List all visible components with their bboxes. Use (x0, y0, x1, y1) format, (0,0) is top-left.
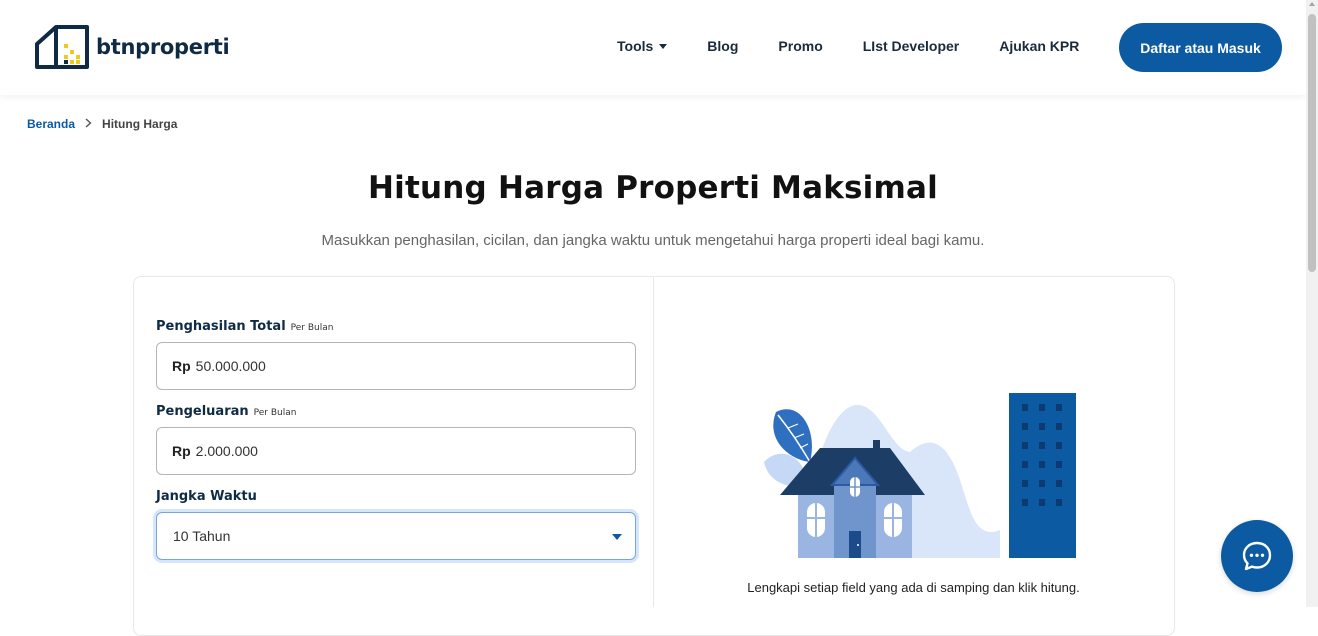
nav-promo[interactable]: Promo (778, 38, 822, 54)
page-scrollbar[interactable] (1306, 0, 1318, 607)
income-value[interactable]: 50.000.000 (196, 358, 266, 374)
income-prefix: Rp (172, 358, 191, 374)
expense-prefix: Rp (172, 443, 191, 459)
income-label: Penghasilan Total Per Bulan (156, 319, 333, 334)
term-label-text: Jangka Waktu (156, 489, 257, 504)
nav-list-developer[interactable]: LIst Developer (863, 38, 959, 54)
income-input[interactable]: Rp 50.000.000 (156, 342, 636, 390)
breadcrumb-home[interactable]: Beranda (27, 117, 75, 131)
expense-label-sub: Per Bulan (253, 408, 297, 418)
result-caption: Lengkapi setiap field yang ada di sampin… (747, 580, 1080, 595)
site-header: btnproperti Tools Blog Promo LIst Develo… (0, 0, 1306, 95)
income-label-sub: Per Bulan (290, 323, 334, 333)
breadcrumb-current: Hitung Harga (102, 117, 178, 131)
term-value: 10 Tahun (173, 528, 231, 544)
chat-bubble-icon (1242, 541, 1272, 571)
nav-blog[interactable]: Blog (707, 38, 738, 54)
chevron-right-icon (85, 117, 92, 131)
scroll-up-arrow-icon[interactable] (1309, 2, 1315, 6)
term-label: Jangka Waktu (156, 489, 257, 504)
nav-tools[interactable]: Tools (617, 38, 668, 54)
caret-down-icon (612, 534, 622, 540)
house-logo-icon (35, 25, 89, 69)
nav-tools-label: Tools (617, 38, 654, 54)
income-label-text: Penghasilan Total (156, 319, 286, 334)
caret-down-icon (659, 43, 668, 49)
brand-logo[interactable]: btnproperti (34, 24, 230, 70)
chat-button[interactable] (1221, 520, 1293, 592)
house-building-illustration (764, 393, 1076, 558)
page-title: Hitung Harga Properti Maksimal (368, 170, 938, 206)
expense-value[interactable]: 2.000.000 (196, 443, 258, 459)
expense-label: Pengeluaran Per Bulan (156, 404, 296, 419)
breadcrumb: Beranda Hitung Harga (27, 117, 177, 131)
card-divider (653, 277, 654, 607)
page-subtitle: Masukkan penghasilan, cicilan, dan jangk… (321, 232, 985, 249)
expense-input[interactable]: Rp 2.000.000 (156, 427, 636, 475)
login-register-button[interactable]: Daftar atau Masuk (1119, 23, 1282, 72)
scrollbar-thumb[interactable] (1308, 14, 1316, 272)
expense-label-text: Pengeluaran (156, 404, 249, 419)
term-select[interactable]: 10 Tahun (156, 512, 636, 560)
brand-name: btnproperti (96, 35, 230, 59)
main-nav: Tools Blog Promo LIst Developer Ajukan K… (617, 38, 1079, 54)
nav-ajukan-kpr[interactable]: Ajukan KPR (999, 38, 1079, 54)
